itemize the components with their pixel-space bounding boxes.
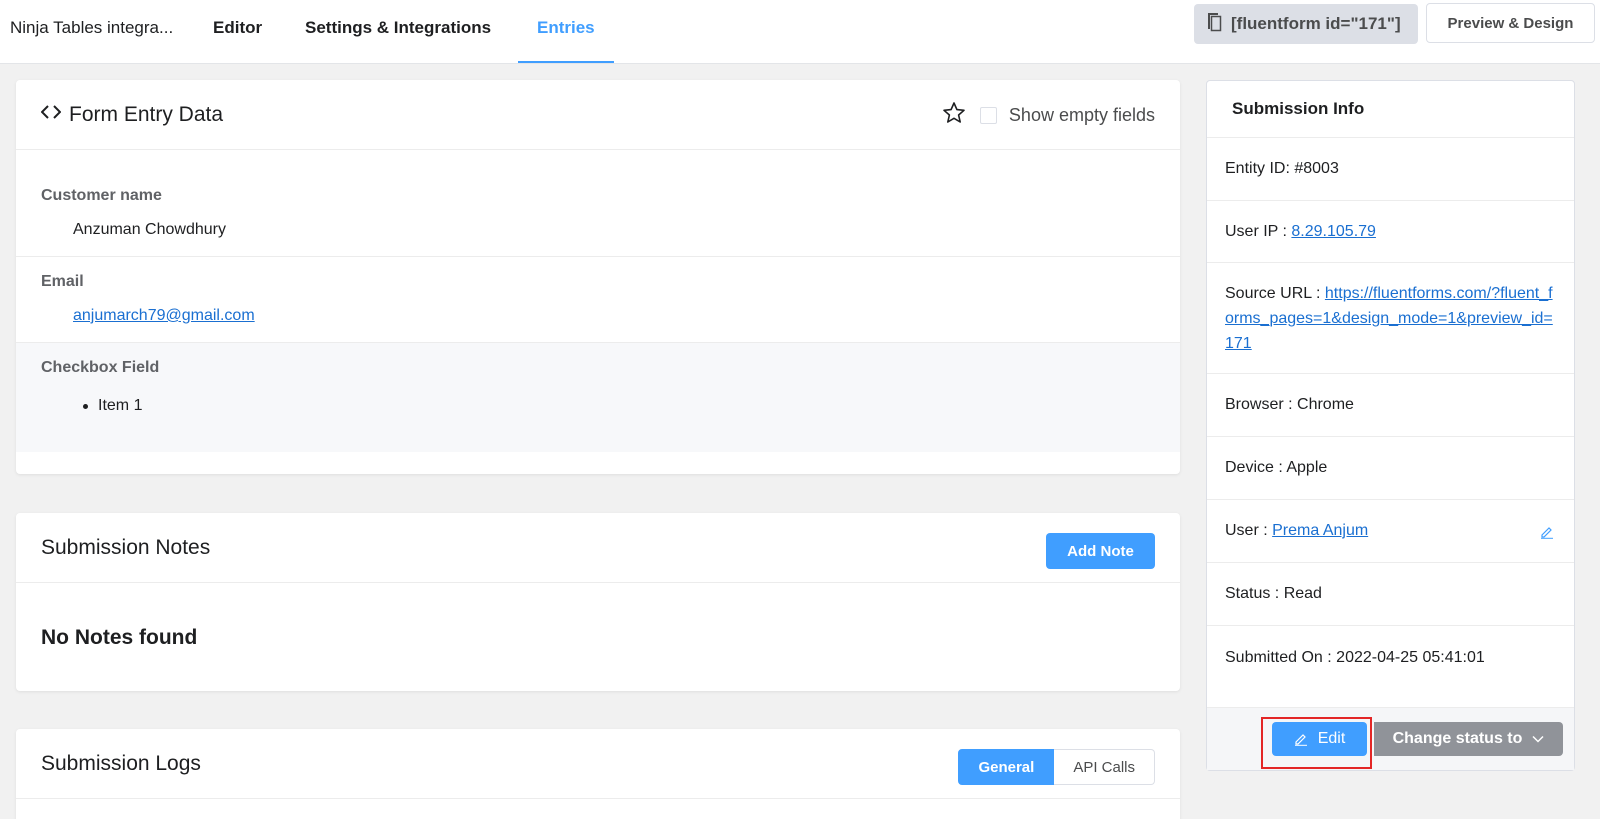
edit-user-icon[interactable] (1540, 525, 1554, 544)
list-item-text: Item 1 (98, 397, 143, 414)
info-user: User : Prema Anjum (1207, 500, 1574, 563)
tab-entries[interactable]: Entries (537, 18, 595, 38)
field-label: Checkbox Field (41, 359, 160, 376)
field-row-checkbox: Checkbox Field Item 1 (16, 343, 1180, 452)
tab-editor[interactable]: Editor (213, 18, 262, 38)
field-value: Anzuman Chowdhury (73, 221, 226, 238)
edit-button[interactable]: Edit (1272, 722, 1367, 756)
form-title[interactable]: Ninja Tables integra... (10, 18, 173, 38)
info-entity-id: Entity ID: #8003 (1207, 138, 1574, 201)
info-device: Device : Apple (1207, 437, 1574, 500)
form-entry-card: Form Entry Data Show empty fields Custom… (16, 80, 1180, 474)
show-empty-fields-label[interactable]: Show empty fields (1009, 105, 1155, 126)
field-row-email: Email anjumarch79@gmail.com (16, 257, 1180, 343)
info-label: User IP : (1225, 222, 1287, 240)
active-tab-indicator (518, 61, 614, 63)
info-browser: Browser : Chrome (1207, 374, 1574, 437)
code-icon (40, 104, 69, 125)
info-label: Source URL : (1225, 285, 1321, 302)
form-entry-title: Form Entry Data (69, 102, 224, 126)
edit-button-label: Edit (1317, 730, 1346, 747)
info-submitted-on: Submitted On : 2022-04-25 05:41:01 (1225, 649, 1485, 666)
bullet-icon (83, 403, 88, 409)
preview-design-button[interactable]: Preview & Design (1426, 3, 1595, 43)
submission-notes-title: Submission Notes (41, 535, 211, 559)
no-notes-message: No Notes found (41, 626, 198, 649)
chevron-down-icon (1532, 735, 1544, 743)
tab-api-calls[interactable]: API Calls (1054, 749, 1155, 785)
logs-tab-group: General API Calls (958, 749, 1155, 785)
show-empty-fields-checkbox[interactable] (979, 106, 997, 124)
field-row-customer-name: Customer name Anzuman Chowdhury (16, 150, 1180, 257)
email-link[interactable]: anjumarch79@gmail.com (73, 307, 255, 324)
submission-notes-card: Submission Notes Add Note No Notes found (16, 513, 1180, 691)
info-label: User : (1225, 522, 1268, 539)
list-item: Item 1 (83, 397, 1155, 415)
field-label: Customer name (41, 187, 162, 204)
submission-info-title: Submission Info (1207, 81, 1574, 138)
shortcode-text: [fluentform id="171"] (1231, 14, 1401, 33)
info-source-url: Source URL : https://fluentforms.com/?fl… (1207, 263, 1574, 374)
submission-logs-title: Submission Logs (41, 751, 201, 775)
copy-icon (1204, 12, 1231, 37)
user-link[interactable]: Prema Anjum (1272, 522, 1368, 540)
pencil-icon (1294, 734, 1307, 746)
info-user-ip: User IP : 8.29.105.79 (1207, 201, 1574, 263)
user-ip-link[interactable]: 8.29.105.79 (1291, 223, 1376, 241)
field-label: Email (41, 273, 84, 290)
info-status: Status : Read (1207, 563, 1574, 626)
shortcode-copy-button[interactable]: [fluentform id="171"] (1194, 4, 1418, 44)
change-status-dropdown[interactable]: Change status to (1374, 722, 1563, 756)
add-note-button[interactable]: Add Note (1046, 533, 1155, 569)
submission-info-actions: Edit Change status to (1207, 707, 1574, 770)
tab-general[interactable]: General (958, 749, 1055, 785)
submission-notes-header: Submission Notes (16, 513, 1180, 583)
submission-logs-card: Submission Logs General API Calls (16, 729, 1180, 819)
change-status-label: Change status to (1392, 730, 1523, 747)
star-icon[interactable] (942, 101, 966, 130)
tab-settings-integrations[interactable]: Settings & Integrations (305, 18, 491, 38)
top-bar: Ninja Tables integra... Editor Settings … (0, 0, 1600, 64)
form-entry-header: Form Entry Data Show empty fields (16, 80, 1180, 150)
submission-info-card: Submission Info Entity ID: #8003 User IP… (1206, 80, 1575, 771)
